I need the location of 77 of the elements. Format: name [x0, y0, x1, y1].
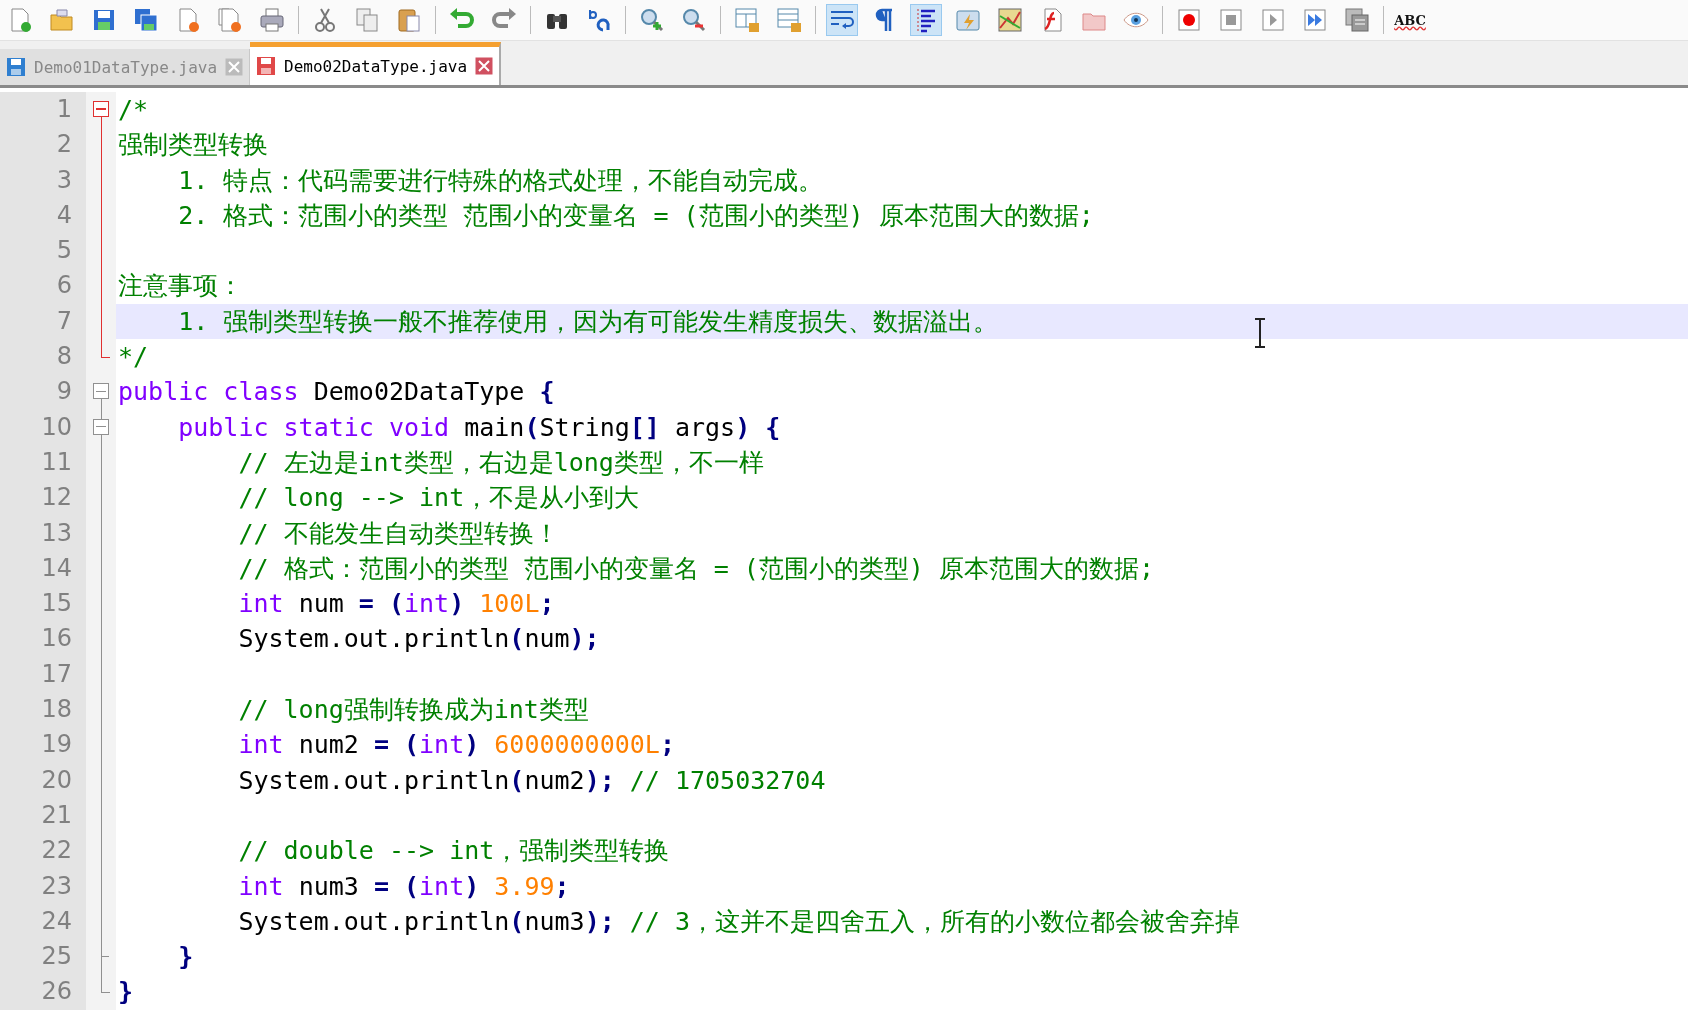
- line-number: 11: [0, 444, 86, 481]
- line-number: 23: [0, 868, 86, 904]
- text-cursor-icon: [1253, 318, 1267, 348]
- line-number: 7: [0, 303, 86, 340]
- code-line: // long强制转换成为int类型: [237, 695, 589, 725]
- code-line: int num = (int) 100L;: [237, 589, 555, 619]
- line-number: 4: [0, 197, 86, 234]
- printer-icon: [258, 6, 286, 34]
- zoom-out-icon: [680, 6, 708, 34]
- code-line: // long --> int，不是从小到大: [237, 483, 640, 513]
- fast-forward-icon: [1301, 6, 1329, 34]
- line-number: 22: [0, 833, 86, 869]
- line-number: 2: [0, 127, 86, 163]
- code-line: int num2 = (int) 6000000000L;: [237, 730, 675, 760]
- code-line: }: [118, 977, 134, 1007]
- zoom-in-icon: [638, 6, 666, 34]
- code-line: 强制类型转换: [118, 130, 268, 160]
- code-line: 2. 格式：范围小的类型 范围小的变量名 = (范围小的类型) 原本范围大的数据;: [177, 200, 1094, 230]
- line-number: 12: [0, 480, 86, 516]
- fold-toggle[interactable]: [93, 383, 109, 400]
- close-files-icon: [216, 6, 244, 34]
- tab-label: Demo02DataType.java: [284, 56, 468, 76]
- line-number: 3: [0, 162, 86, 198]
- code-line: public static void main(String[] args) {: [177, 412, 781, 442]
- code-line: // 格式：范围小的类型 范围小的变量名 = (范围小的类型) 原本范围大的数据;: [237, 553, 1154, 583]
- code-line: 注意事项：: [118, 271, 243, 301]
- line-number: 15: [0, 586, 86, 622]
- floppy-disks-icon: [132, 6, 160, 34]
- line-number: 26: [0, 974, 86, 1010]
- open-folder-icon: [48, 6, 76, 34]
- window-lock-icon: [775, 6, 803, 34]
- line-number: 17: [0, 656, 86, 693]
- macro-list-icon: [1343, 6, 1371, 34]
- line-number: 10: [0, 409, 86, 445]
- fold-toggle[interactable]: [93, 101, 109, 117]
- play-icon: [1259, 6, 1287, 34]
- line-number: 25: [0, 939, 86, 975]
- tab-label: Demo01DataType.java: [34, 57, 218, 77]
- code-line: System.out.println(num2); // 1705032704: [237, 765, 826, 795]
- code-line: // 不能发生自动类型转换！: [237, 518, 559, 548]
- record-icon: [1175, 6, 1203, 34]
- code-line: */: [118, 342, 149, 372]
- indent-guide-button[interactable]: [910, 4, 942, 36]
- code-line: /*: [118, 95, 149, 124]
- close-icon[interactable]: [225, 58, 244, 76]
- code-line: 1. 特点：代码需要进行特殊的格式处理，不能自动完成。: [177, 165, 824, 195]
- close-icon[interactable]: [475, 57, 494, 75]
- line-number: 5: [0, 233, 86, 269]
- line-number: 21: [0, 797, 86, 834]
- code-line: System.out.println(num);: [237, 624, 600, 654]
- fold-toggle[interactable]: [93, 418, 109, 435]
- window-lock-icon: [733, 6, 761, 34]
- line-number: 8: [0, 339, 86, 375]
- line-number: 14: [0, 550, 86, 587]
- line-number: 1: [0, 92, 86, 128]
- line-number: 13: [0, 515, 86, 551]
- clipboard-icon: [395, 6, 423, 34]
- line-number: 24: [0, 903, 86, 940]
- code-line: 1. 强制类型转换一般不推荐使用，因为有可能发生精度损失、数据溢出。: [177, 306, 999, 336]
- line-number: 9: [0, 374, 86, 410]
- line-number: 16: [0, 621, 86, 657]
- copy-icon: [353, 6, 381, 34]
- spell-check-button[interactable]: ABC: [1394, 4, 1426, 36]
- code-line: public class Demo02DataType {: [118, 377, 555, 407]
- word-wrap-button[interactable]: [826, 4, 858, 36]
- code-line: }: [177, 942, 194, 972]
- map-icon: [996, 6, 1024, 34]
- code-line: // 左边是int类型，右边是long类型，不一样: [237, 447, 764, 477]
- code-line: int num3 = (int) 3.99;: [237, 871, 570, 901]
- code-line: System.out.println(num3); // 3，这并不是四舍五入，所有的小数位都会被舍弃掉: [237, 906, 1240, 936]
- stop-icon: [1217, 6, 1245, 34]
- line-number: 20: [0, 762, 86, 798]
- code-line: // double --> int，强制类型转换: [237, 836, 670, 866]
- line-number: 18: [0, 692, 86, 728]
- file-tab[interactable]: Demo02DataType.java: [250, 42, 502, 85]
- line-number: 6: [0, 268, 86, 304]
- line-number: 19: [0, 727, 86, 763]
